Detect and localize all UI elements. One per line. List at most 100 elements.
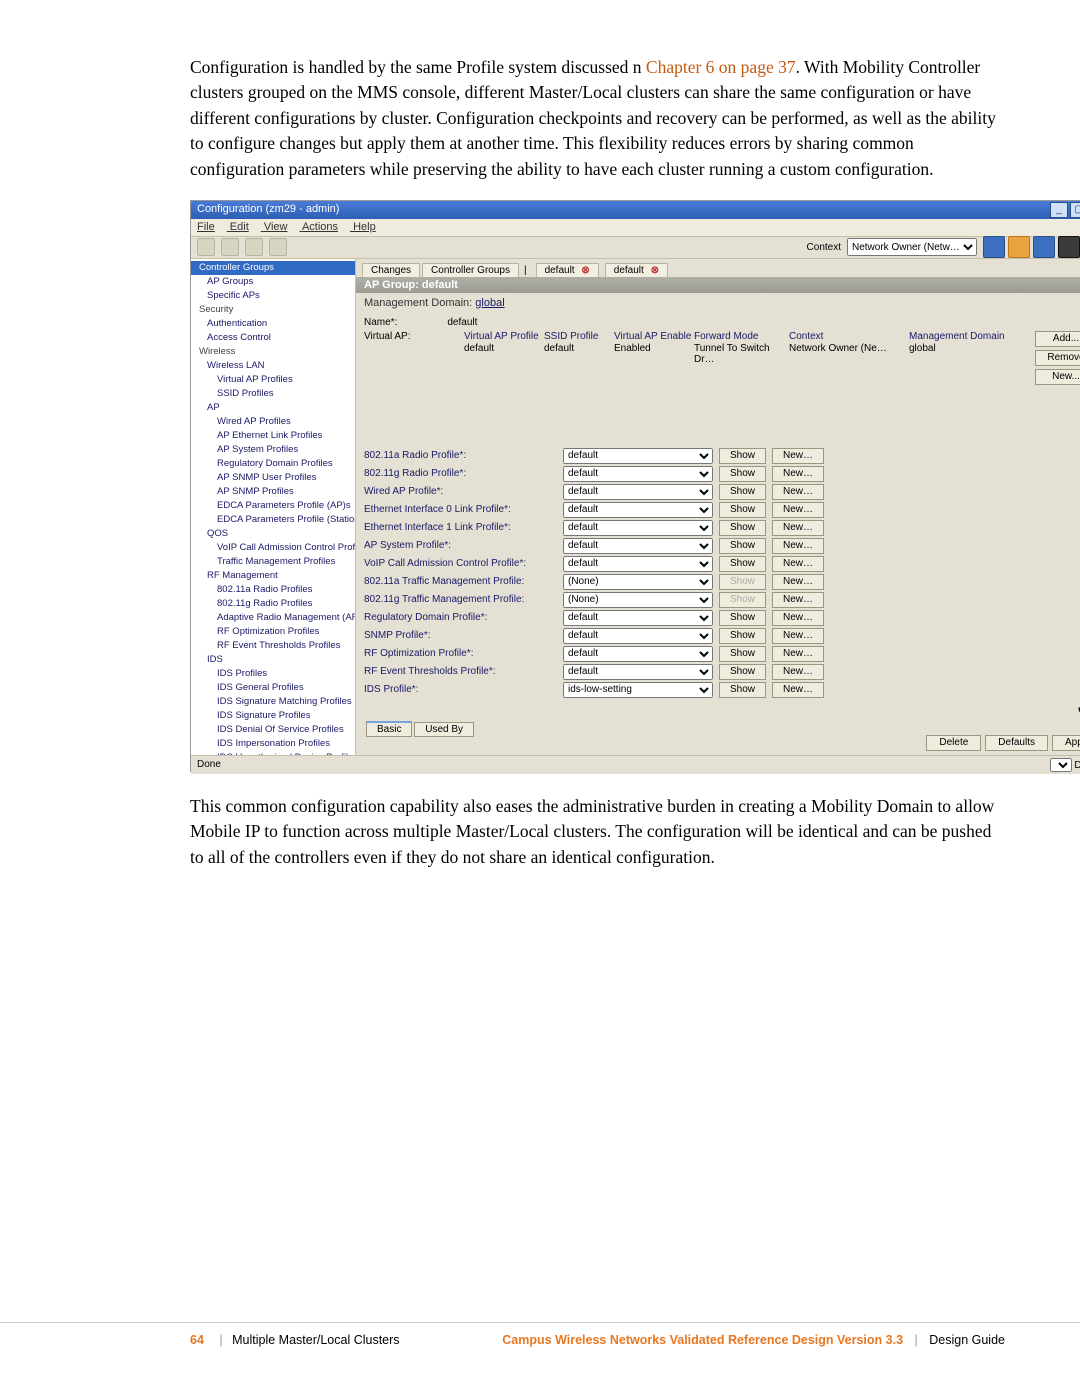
new-button[interactable]: New…	[772, 682, 824, 698]
tab-controller-groups[interactable]: Controller Groups	[422, 263, 519, 277]
new-button[interactable]: New…	[772, 646, 824, 662]
profile-select[interactable]: default	[563, 502, 713, 518]
tree-node[interactable]: Wireless	[191, 345, 355, 359]
tab-used-by[interactable]: Used By	[414, 722, 474, 737]
remove-button[interactable]: Remove	[1035, 350, 1080, 366]
new-button[interactable]: New…	[772, 628, 824, 644]
menu-file[interactable]: File	[197, 221, 215, 233]
show-button[interactable]: Show	[719, 538, 766, 554]
show-button[interactable]: Show	[719, 628, 766, 644]
tree-node[interactable]: AP	[191, 401, 355, 415]
tree-node[interactable]: IDS Profiles	[191, 667, 355, 681]
tree-node[interactable]: AP Groups	[191, 275, 355, 289]
new-button[interactable]: New…	[772, 502, 824, 518]
tree-node[interactable]: RF Event Thresholds Profiles	[191, 639, 355, 653]
profile-select[interactable]: default	[563, 448, 713, 464]
tree-node[interactable]: Regulatory Domain Profiles	[191, 457, 355, 471]
tree-node[interactable]: Virtual AP Profiles	[191, 373, 355, 387]
profile-select[interactable]: default	[563, 628, 713, 644]
new-button[interactable]: New…	[772, 520, 824, 536]
tree-node[interactable]: 802.11a Radio Profiles	[191, 583, 355, 597]
ctx-icon[interactable]	[1058, 236, 1080, 258]
new-button[interactable]: New…	[772, 592, 824, 608]
tree-node[interactable]: QOS	[191, 527, 355, 541]
tab-close-icon[interactable]: ⊗	[581, 265, 589, 276]
profile-select[interactable]: (None)	[563, 592, 713, 608]
tree-node[interactable]: RF Management	[191, 569, 355, 583]
tab-folder-default-1[interactable]: default ⊗	[536, 263, 599, 277]
new-button[interactable]: New…	[772, 466, 824, 482]
tree-node[interactable]: Controller Groups	[191, 261, 355, 275]
profile-select[interactable]: default	[563, 466, 713, 482]
menu-help[interactable]: Help	[353, 221, 376, 233]
profile-select[interactable]: (None)	[563, 574, 713, 590]
tree-node[interactable]: EDCA Parameters Profile (AP)s	[191, 499, 355, 513]
tree-node[interactable]: VoIP Call Admission Control Profiles	[191, 541, 355, 555]
show-button[interactable]: Show	[719, 646, 766, 662]
menu-view[interactable]: View	[264, 221, 288, 233]
new-button[interactable]: New…	[772, 664, 824, 680]
tree-node[interactable]: IDS Unauthorized Device Profiles	[191, 751, 355, 755]
profile-select[interactable]: default	[563, 484, 713, 500]
new-button[interactable]: New…	[772, 448, 824, 464]
add-button[interactable]: Add...	[1035, 331, 1080, 347]
menu-edit[interactable]: Edit	[230, 221, 249, 233]
vap-row[interactable]: default default Enabled Tunnel To Switch…	[364, 343, 1080, 367]
tab-basic[interactable]: Basic	[366, 721, 412, 737]
defaults-button[interactable]: Defaults	[985, 735, 1048, 751]
mgmt-domain-link[interactable]: global	[475, 297, 504, 309]
show-button[interactable]: Show	[719, 466, 766, 482]
ctx-icon[interactable]	[1033, 236, 1055, 258]
tree-node[interactable]: Security	[191, 303, 355, 317]
tree-node[interactable]: 802.11g Radio Profiles	[191, 597, 355, 611]
tree-node[interactable]: AP System Profiles	[191, 443, 355, 457]
new-button[interactable]: New…	[772, 538, 824, 554]
show-button[interactable]: Show	[719, 574, 766, 590]
ctx-icon[interactable]	[983, 236, 1005, 258]
toolbar-icon[interactable]	[269, 238, 287, 256]
tree-node[interactable]: IDS General Profiles	[191, 681, 355, 695]
show-button[interactable]: Show	[719, 664, 766, 680]
profile-select[interactable]: default	[563, 556, 713, 572]
nav-tree[interactable]: Controller GroupsAP GroupsSpecific APsSe…	[191, 259, 356, 755]
tree-node[interactable]: Adaptive Radio Management (ARM) F	[191, 611, 355, 625]
new-button[interactable]: New…	[772, 574, 824, 590]
ctx-icon[interactable]	[1008, 236, 1030, 258]
tree-node[interactable]: Access Control	[191, 331, 355, 345]
profile-select[interactable]: default	[563, 538, 713, 554]
minimize-icon[interactable]: _	[1050, 202, 1068, 218]
tree-node[interactable]: EDCA Parameters Profile (Station)s	[191, 513, 355, 527]
menu-actions[interactable]: Actions	[302, 221, 338, 233]
tree-node[interactable]: AP SNMP User Profiles	[191, 471, 355, 485]
tree-node[interactable]: AP SNMP Profiles	[191, 485, 355, 499]
toolbar-icon[interactable]	[221, 238, 239, 256]
tree-node[interactable]: IDS Impersonation Profiles	[191, 737, 355, 751]
toolbar-icon[interactable]	[197, 238, 215, 256]
context-select[interactable]: Network Owner (Netw…	[847, 238, 977, 256]
tab-changes[interactable]: Changes	[362, 263, 420, 277]
tab-folder-default-2[interactable]: default ⊗	[605, 263, 668, 277]
profile-select[interactable]: default	[563, 646, 713, 662]
tree-node[interactable]: IDS Signature Profiles	[191, 709, 355, 723]
apply-button[interactable]: Apply	[1052, 735, 1080, 751]
tree-node[interactable]: IDS Denial Of Service Profiles	[191, 723, 355, 737]
profile-select[interactable]: default	[563, 610, 713, 626]
tree-node[interactable]: IDS Signature Matching Profiles	[191, 695, 355, 709]
tree-node[interactable]: Wired AP Profiles	[191, 415, 355, 429]
new-button[interactable]: New...	[1035, 369, 1080, 385]
show-button[interactable]: Show	[719, 520, 766, 536]
show-button[interactable]: Show	[719, 592, 766, 608]
show-button[interactable]: Show	[719, 610, 766, 626]
show-button[interactable]: Show	[719, 556, 766, 572]
tab-close-icon[interactable]: ⊗	[651, 265, 659, 276]
profile-select[interactable]: default	[563, 664, 713, 680]
tree-node[interactable]: RF Optimization Profiles	[191, 625, 355, 639]
new-button[interactable]: New…	[772, 556, 824, 572]
show-button[interactable]: Show	[719, 502, 766, 518]
delete-button[interactable]: Delete	[926, 735, 981, 751]
status-select[interactable]	[1050, 758, 1072, 772]
show-button[interactable]: Show	[719, 448, 766, 464]
chapter-link[interactable]: Chapter 6 on page 37	[646, 57, 796, 77]
maximize-icon[interactable]: ▢	[1070, 202, 1080, 218]
tree-node[interactable]: Authentication	[191, 317, 355, 331]
